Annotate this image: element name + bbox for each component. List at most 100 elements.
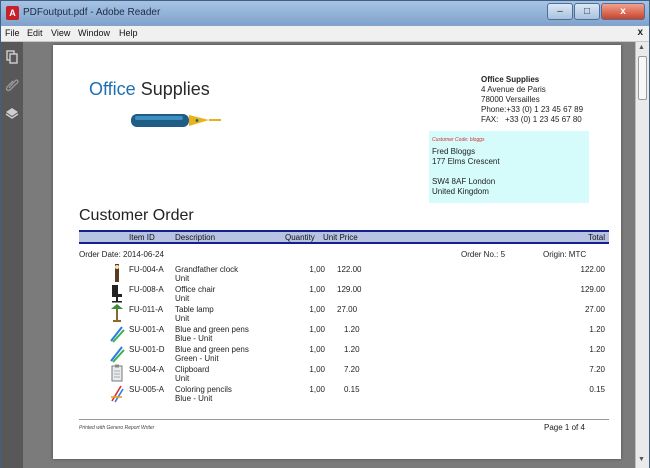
item-total: 27.00	[584, 305, 605, 314]
table-row: SU-005-A Coloring pencils Blue - Unit 1,0…	[79, 383, 609, 403]
scroll-down-icon[interactable]: ▼	[638, 456, 645, 463]
item-total: 1.20	[589, 345, 605, 354]
table-row: SU-004-A Clipboard Unit 1,00 7.20 7.20	[79, 363, 609, 383]
pages-icon[interactable]	[5, 50, 19, 64]
header-item-id: Item ID	[129, 233, 155, 242]
item-quantity: 1,00	[309, 325, 325, 334]
header-quantity: Quantity	[285, 233, 315, 242]
item-description: Grandfather clock Unit	[175, 265, 239, 283]
footer-divider	[79, 419, 609, 420]
maximize-button[interactable]: □	[574, 3, 600, 20]
clipboard-icon	[111, 364, 123, 382]
pens-icon	[110, 346, 125, 363]
item-id: SU-001-A	[129, 325, 165, 334]
item-total: 122.00	[580, 265, 605, 274]
app-window: A PDFoutput.pdf - Adobe Reader – □ x Fil…	[0, 0, 650, 468]
item-quantity: 1,00	[309, 365, 325, 374]
layers-icon[interactable]	[5, 106, 19, 120]
item-total: 129.00	[580, 285, 605, 294]
item-quantity: 1,00	[309, 285, 325, 294]
customer-street: 177 Elms Crescent	[432, 157, 500, 166]
item-id: FU-004-A	[129, 265, 164, 274]
item-unit-price: 1.20	[344, 345, 360, 354]
item-unit-price: 27.00	[337, 305, 358, 314]
item-id: SU-004-A	[129, 365, 165, 374]
pens-icon	[110, 326, 125, 343]
item-unit-price: 7.20	[344, 365, 360, 374]
table-row: SU-001-A Blue and green pens Blue - Unit …	[79, 323, 609, 343]
menu-bar: File Edit View Window Help x	[1, 26, 649, 42]
logo-text-office: Office	[89, 79, 136, 99]
item-quantity: 1,00	[309, 265, 325, 274]
company-city: 78000 Versailles	[481, 95, 540, 104]
item-description: Table lamp Unit	[175, 305, 214, 323]
grandfather-clock-icon	[115, 264, 119, 282]
close-button[interactable]: x	[601, 3, 645, 20]
navigation-pane	[1, 42, 23, 468]
pdf-page: Office Supplies Office Supplies 4 Avenue…	[53, 45, 621, 459]
table-row: FU-011-A Table lamp Unit 1,00 27.00 27.00	[79, 303, 609, 323]
item-total: 7.20	[589, 365, 605, 374]
table-header: Item ID Description Quantity Unit Price …	[79, 230, 609, 244]
customer-country: United Kingdom	[432, 187, 489, 196]
item-description: Coloring pencils Blue - Unit	[175, 385, 232, 403]
company-phone: Phone:+33 (0) 1 23 45 67 89	[481, 105, 584, 114]
item-id: FU-008-A	[129, 285, 164, 294]
vertical-scrollbar[interactable]: ▲ ▼	[635, 42, 649, 468]
company-fax: FAX: +33 (0) 1 23 45 67 80	[481, 115, 582, 124]
item-id: FU-011-A	[129, 305, 164, 314]
item-description: Blue and green pens Blue - Unit	[175, 325, 249, 343]
item-unit-price: 129.00	[337, 285, 362, 294]
item-total: 1.20	[589, 325, 605, 334]
fountain-pen-icon	[131, 114, 221, 127]
customer-postcode: SW4 8AF London	[432, 177, 496, 186]
order-number: Order No.: 5	[461, 250, 506, 259]
table-row: FU-004-A Grandfather clock Unit 1,00 122.…	[79, 263, 609, 283]
logo-text-supplies: Supplies	[140, 79, 210, 99]
customer-address-box: Customer Code: bloggs Fred Bloggs 177 El…	[429, 131, 589, 203]
item-quantity: 1,00	[309, 305, 325, 314]
window-controls: – □ x	[546, 3, 645, 20]
window-title: PDFoutput.pdf - Adobe Reader	[23, 7, 161, 18]
footer-printed-with: Printed with Genero Report Writer	[79, 425, 155, 431]
header-description: Description	[175, 233, 216, 242]
attachment-icon[interactable]	[5, 78, 19, 92]
company-street: 4 Avenue de Paris	[481, 85, 546, 94]
company-address: Office Supplies 4 Avenue de Paris 78000 …	[481, 75, 583, 125]
menu-edit[interactable]: Edit	[27, 28, 43, 38]
item-description: Office chair Unit	[175, 285, 216, 303]
menu-file[interactable]: File	[5, 28, 20, 38]
scrollbar-thumb[interactable]	[638, 56, 647, 100]
document-title: Customer Order	[79, 207, 194, 224]
item-unit-price: 0.15	[344, 385, 360, 394]
item-id: SU-001-D	[129, 345, 165, 354]
minimize-button[interactable]: –	[547, 3, 573, 20]
table-row: SU-001-D Blue and green pens Green - Unit…	[79, 343, 609, 363]
customer-name: Fred Bloggs	[432, 147, 476, 156]
menu-help[interactable]: Help	[119, 28, 138, 38]
item-quantity: 1,00	[309, 385, 325, 394]
adobe-reader-icon: A	[6, 6, 19, 20]
order-origin: Origin: MTC	[543, 250, 587, 259]
office-chair-icon	[112, 285, 122, 303]
header-unit-price: Unit Price	[323, 233, 358, 242]
menu-window[interactable]: Window	[78, 28, 110, 38]
page-number: Page 1 of 4	[544, 423, 585, 432]
order-date: Order Date: 2014-06-24	[79, 250, 164, 259]
scroll-up-icon[interactable]: ▲	[638, 44, 645, 51]
item-unit-price: 1.20	[344, 325, 360, 334]
menu-view[interactable]: View	[51, 28, 70, 38]
item-quantity: 1,00	[309, 345, 325, 354]
title-bar[interactable]: A PDFoutput.pdf - Adobe Reader – □ x	[1, 1, 649, 26]
table-lamp-icon	[111, 304, 123, 322]
customer-code: Customer Code: bloggs	[432, 137, 485, 143]
item-id: SU-005-A	[129, 385, 165, 394]
item-unit-price: 122.00	[337, 265, 362, 274]
company-logo: Office Supplies	[89, 79, 221, 127]
coloring-pencils-icon	[111, 385, 124, 403]
close-document-button[interactable]: x	[637, 27, 643, 38]
item-total: 0.15	[589, 385, 605, 394]
item-description: Blue and green pens Green - Unit	[175, 345, 249, 363]
table-row: FU-008-A Office chair Unit 1,00 129.00 12…	[79, 283, 609, 303]
header-total: Total	[588, 233, 605, 242]
